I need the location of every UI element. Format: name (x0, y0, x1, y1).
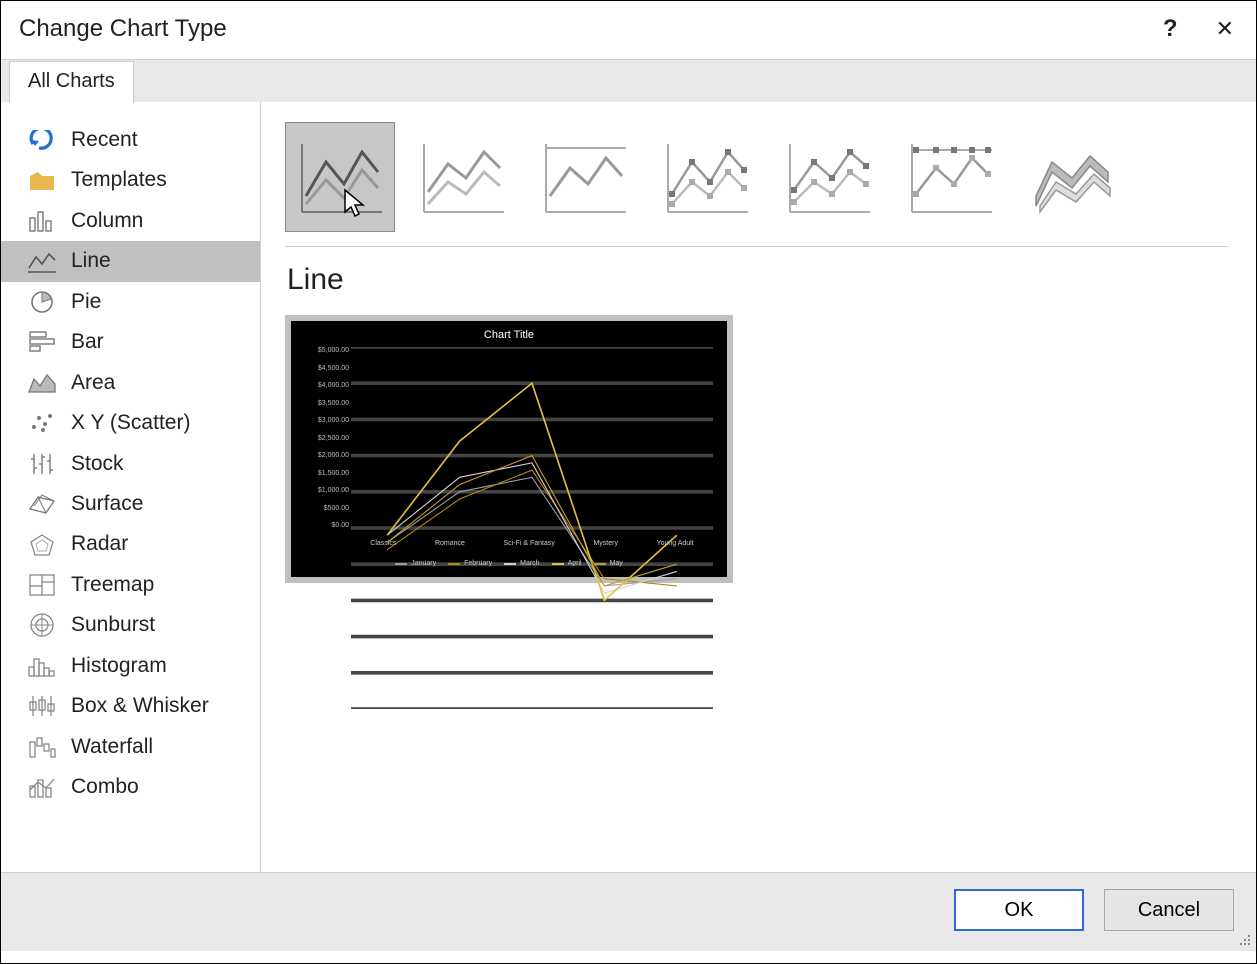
category-label: Sunburst (71, 610, 155, 640)
pie-icon (27, 289, 57, 315)
category-label: Recent (71, 125, 138, 155)
help-button[interactable]: ? (1163, 15, 1178, 43)
category-label: Bar (71, 327, 104, 357)
recent-icon (27, 127, 57, 153)
cancel-button[interactable]: Cancel (1104, 889, 1234, 931)
templates-icon (27, 168, 57, 194)
category-pie[interactable]: Pie (1, 282, 260, 322)
category-waterfall[interactable]: Waterfall (1, 727, 260, 767)
histogram-icon (27, 653, 57, 679)
category-column[interactable]: Column (1, 201, 260, 241)
chart-preview-title: Chart Title (291, 329, 727, 341)
column-icon (27, 208, 57, 234)
radar-icon (27, 532, 57, 558)
category-label: Waterfall (71, 732, 153, 762)
dialog-titlebar: Change Chart Type ? ✕ (1, 1, 1256, 60)
category-box-whisker[interactable]: Box & Whisker (1, 686, 260, 726)
category-label: Surface (71, 489, 143, 519)
tab-all-charts[interactable]: All Charts (9, 61, 134, 103)
category-label: Templates (71, 165, 167, 195)
category-label: Combo (71, 772, 139, 802)
subtype-3d-line[interactable] (1017, 122, 1127, 232)
scatter-icon (27, 410, 57, 436)
box-whisker-icon (27, 693, 57, 719)
ok-button[interactable]: OK (954, 889, 1084, 931)
resize-grip-icon[interactable] (1238, 933, 1252, 947)
chart-category-list: Recent Templates Column Line Pie (1, 102, 261, 872)
category-sunburst[interactable]: Sunburst (1, 605, 260, 645)
close-button[interactable]: ✕ (1216, 16, 1234, 42)
category-combo[interactable]: Combo (1, 767, 260, 807)
category-stock[interactable]: Stock (1, 444, 260, 484)
category-label: X Y (Scatter) (71, 408, 190, 438)
dialog-title: Change Chart Type (19, 15, 227, 43)
subtype-stacked-line-markers[interactable] (773, 122, 883, 232)
chart-preview[interactable]: Chart Title $5,000.00 $4,500.00 $4,000.0… (285, 315, 733, 583)
category-recent[interactable]: Recent (1, 120, 260, 160)
subtype-line-markers[interactable] (651, 122, 761, 232)
category-scatter[interactable]: X Y (Scatter) (1, 403, 260, 443)
category-bar[interactable]: Bar (1, 322, 260, 362)
chart-legend: January February March April May (291, 560, 727, 567)
subtype-100-stacked-line-markers[interactable] (895, 122, 1005, 232)
tab-strip: All Charts (1, 60, 1256, 102)
area-icon (27, 370, 57, 396)
subtype-100-stacked-line[interactable] (529, 122, 639, 232)
chart-x-axis: Classics Romance Sci-Fi & Fantasy Myster… (351, 540, 713, 547)
category-line[interactable]: Line (1, 241, 260, 281)
chart-subtype-row (285, 122, 1228, 247)
category-treemap[interactable]: Treemap (1, 565, 260, 605)
line-icon (27, 249, 57, 275)
selected-type-title: Line (287, 263, 1228, 297)
category-label: Histogram (71, 651, 167, 681)
category-templates[interactable]: Templates (1, 160, 260, 200)
surface-icon (27, 491, 57, 517)
combo-icon (27, 774, 57, 800)
category-label: Pie (71, 287, 101, 317)
category-label: Stock (71, 449, 124, 479)
category-label: Area (71, 368, 115, 398)
category-radar[interactable]: Radar (1, 524, 260, 564)
category-histogram[interactable]: Histogram (1, 646, 260, 686)
category-surface[interactable]: Surface (1, 484, 260, 524)
category-label: Line (71, 246, 111, 276)
category-label: Box & Whisker (71, 691, 209, 721)
dialog-footer: OK Cancel (1, 872, 1256, 951)
category-label: Treemap (71, 570, 154, 600)
treemap-icon (27, 572, 57, 598)
subtype-stacked-line[interactable] (407, 122, 517, 232)
waterfall-icon (27, 734, 57, 760)
category-label: Column (71, 206, 143, 236)
chart-y-axis: $5,000.00 $4,500.00 $4,000.00 $3,500.00 … (297, 347, 349, 529)
category-label: Radar (71, 529, 128, 559)
stock-icon (27, 451, 57, 477)
chart-plot-area (351, 347, 713, 709)
sunburst-icon (27, 612, 57, 638)
bar-icon (27, 329, 57, 355)
category-area[interactable]: Area (1, 363, 260, 403)
subtype-line[interactable] (285, 122, 395, 232)
